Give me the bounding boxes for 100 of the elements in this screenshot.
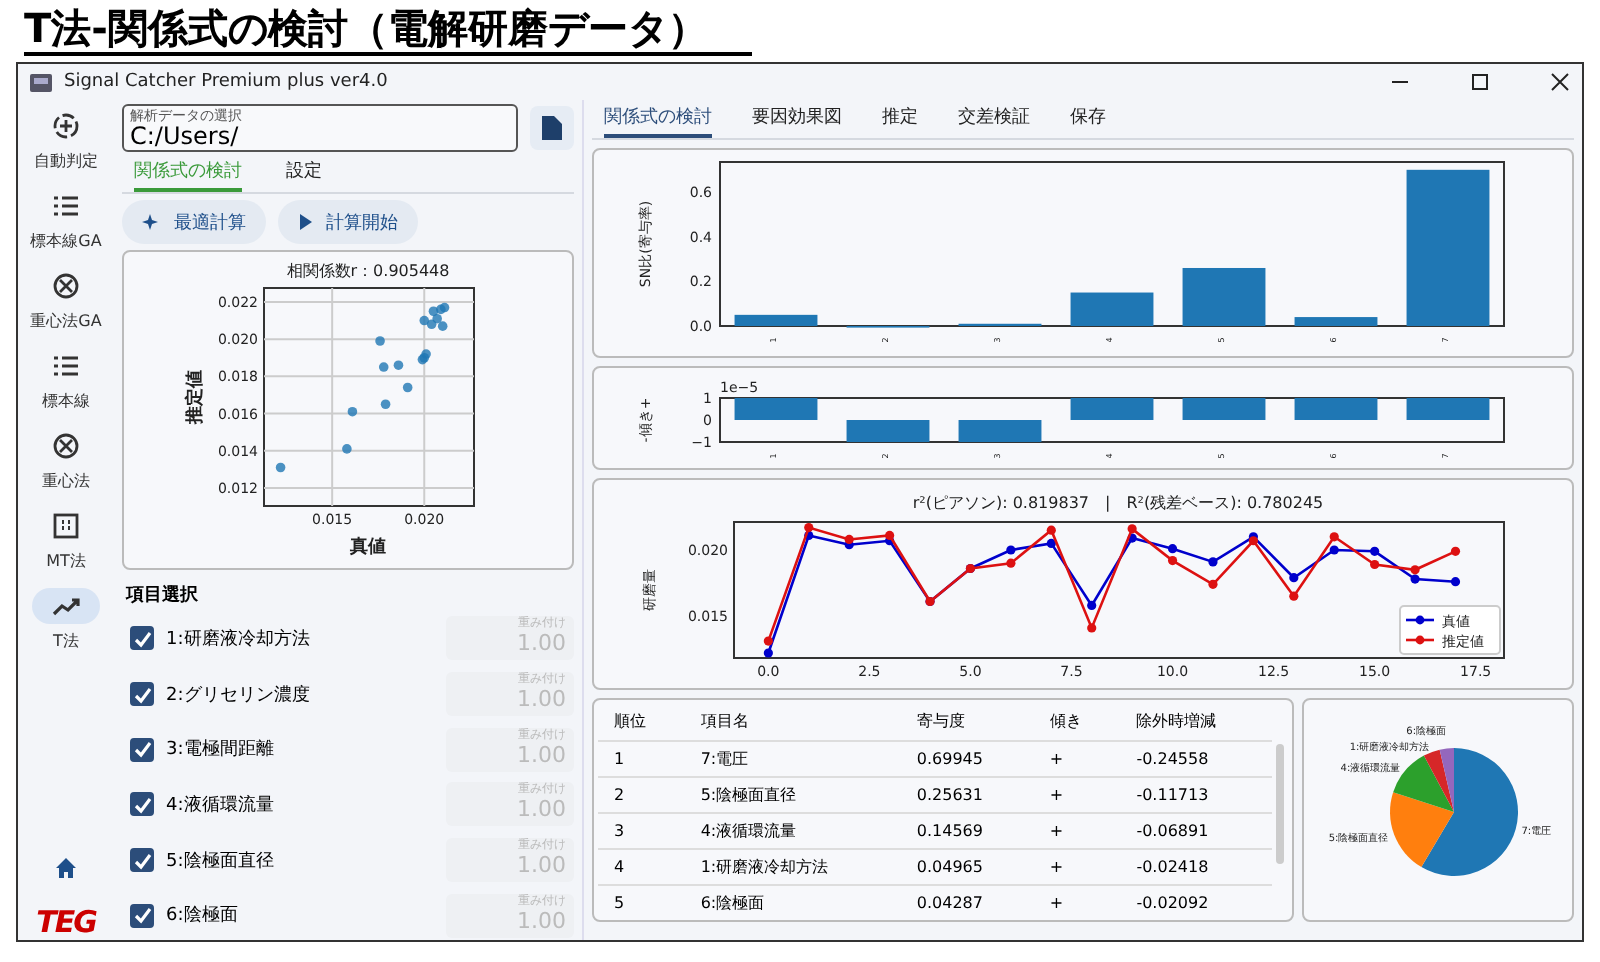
column-header: 寄与度 xyxy=(900,704,1034,740)
table-cell: + xyxy=(1033,884,1121,920)
list-icon xyxy=(52,192,80,220)
nav-item[interactable]: T法 xyxy=(20,588,112,664)
nav-item[interactable]: 重心法GA xyxy=(20,268,112,344)
table-cell: 5:陰極面直径 xyxy=(684,776,901,812)
table-cell: 2 xyxy=(598,776,685,812)
table-cell: 5 xyxy=(598,884,685,920)
list-icon xyxy=(52,352,80,380)
bar xyxy=(734,398,818,420)
nav-label: 標本線GA xyxy=(30,230,102,252)
nav-label: MT法 xyxy=(46,550,86,572)
action-button[interactable]: 最適計算 xyxy=(122,200,266,244)
tab[interactable]: 交差検証 xyxy=(958,104,1030,138)
target-icon xyxy=(52,432,80,460)
tab[interactable]: 関係式の検討 xyxy=(604,104,712,138)
file-button[interactable] xyxy=(530,106,574,150)
column-header: 順位 xyxy=(598,704,685,740)
table-cell: -0.24558 xyxy=(1120,740,1273,776)
table-cell: 0.25631 xyxy=(900,776,1034,812)
bar xyxy=(846,420,930,442)
item-label: 1:研磨液冷却方法 xyxy=(166,627,312,652)
data-point xyxy=(375,336,385,346)
table-cell: -0.02092 xyxy=(1120,884,1273,920)
table-cell: 3 xyxy=(598,812,685,848)
home-icon[interactable] xyxy=(54,856,78,880)
data-point xyxy=(347,406,358,417)
item-label: 3:電極間距離 xyxy=(166,737,276,763)
action-button[interactable]: 計算開始 xyxy=(278,200,418,244)
table-cell: + xyxy=(1033,776,1121,812)
bar xyxy=(1294,317,1378,326)
data-point xyxy=(402,382,413,393)
table-cell: 0.14569 xyxy=(900,812,1034,848)
file-icon xyxy=(542,116,562,140)
scrollbar[interactable] xyxy=(1276,744,1284,864)
data-point xyxy=(342,444,352,454)
tab[interactable]: 設定 xyxy=(286,158,322,192)
legend-background xyxy=(1399,605,1501,655)
column-header: 傾き xyxy=(1033,704,1121,740)
data-point xyxy=(1046,538,1056,548)
table-cell: 6:陰極面 xyxy=(684,884,901,920)
close-icon[interactable] xyxy=(1550,72,1570,92)
data-point xyxy=(1087,600,1097,611)
bar xyxy=(1070,398,1154,420)
nav-label: 自動判定 xyxy=(34,150,98,172)
data-point xyxy=(1046,525,1056,535)
item-label: 2:グリセリン濃度 xyxy=(166,683,312,707)
item-label: 5:陰極面直径 xyxy=(166,849,276,874)
table-cell: + xyxy=(1033,848,1121,884)
data-point xyxy=(380,399,391,410)
nav-label: 重心法 xyxy=(42,470,90,492)
table-cell: 0.69945 xyxy=(900,740,1034,776)
bar xyxy=(1294,398,1378,420)
legend-line-icon xyxy=(1406,615,1434,625)
nav-item[interactable]: MT法 xyxy=(20,508,112,584)
tab[interactable]: 保存 xyxy=(1070,104,1106,138)
nav-label: T法 xyxy=(53,630,79,652)
legend-line-icon xyxy=(1406,635,1434,645)
nav-item[interactable]: 標本線 xyxy=(20,348,112,424)
window-title: Signal Catcher Premium plus ver4.0 xyxy=(64,72,390,92)
maximize-icon[interactable] xyxy=(1470,72,1490,92)
nav-item[interactable]: 自動判定 xyxy=(20,108,112,184)
table-cell: 1 xyxy=(598,740,685,776)
table-cell: 7:電圧 xyxy=(684,740,901,776)
bar xyxy=(1406,398,1490,420)
data-point xyxy=(1450,546,1461,556)
data-point xyxy=(1208,579,1218,589)
grid-icon xyxy=(52,512,80,540)
data-point xyxy=(1289,591,1299,601)
data-point xyxy=(275,462,286,473)
table-cell: + xyxy=(1033,812,1121,848)
data-point xyxy=(393,360,404,370)
table-cell: 0.04287 xyxy=(900,884,1034,920)
data-point xyxy=(1006,545,1016,555)
data-point xyxy=(1208,557,1218,567)
data-point xyxy=(1370,546,1380,556)
table-cell: -0.06891 xyxy=(1120,812,1273,848)
tab[interactable]: 要因効果図 xyxy=(752,104,842,138)
nav-item[interactable]: 標本線GA xyxy=(20,188,112,264)
auto-icon xyxy=(52,112,80,140)
table-cell: 1:研磨液冷却方法 xyxy=(684,848,901,884)
bar xyxy=(958,420,1042,442)
table-cell: 4 xyxy=(598,848,685,884)
data-point xyxy=(1289,573,1299,583)
table-cell: 0.04965 xyxy=(900,848,1034,884)
bar xyxy=(1182,268,1266,326)
nav-item[interactable]: 重心法 xyxy=(20,428,112,504)
data-point xyxy=(1370,559,1380,570)
logo: TEG xyxy=(36,904,96,940)
chart-title: r²(ピアソン): 0.819837 | R²(残差ベース): 0.780245 xyxy=(912,494,1324,512)
page-title: T法-関係式の検討（電解研磨データ） xyxy=(24,4,752,56)
item-label: 4:液循環流量 xyxy=(166,793,276,818)
column-header: 除外時増減 xyxy=(1120,704,1273,740)
bar xyxy=(1182,398,1266,420)
data-point xyxy=(1329,532,1339,542)
axis-title: 真値 xyxy=(350,538,386,558)
play-icon xyxy=(298,214,314,230)
tab[interactable]: 推定 xyxy=(882,104,918,138)
item-label: 6:陰極面 xyxy=(166,903,240,929)
bar xyxy=(1070,292,1154,326)
